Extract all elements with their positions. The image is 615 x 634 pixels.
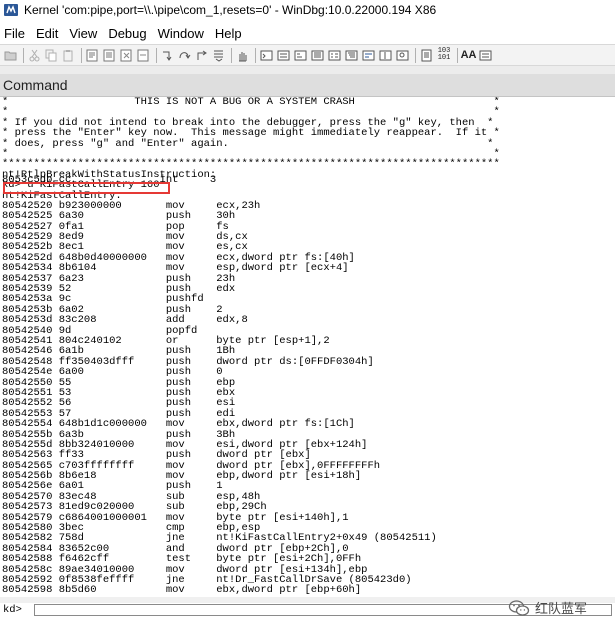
toolbar: 103 101 AA [0,44,615,66]
output-line: 8054254e 6a00 push 0 [2,366,223,379]
processes-window-icon[interactable] [395,48,410,63]
stop-debugging-icon[interactable] [119,48,134,63]
menu-bar: File Edit View Debug Window Help [0,22,615,44]
step-into-icon[interactable] [160,48,175,63]
watermark-text: 红队蓝军 [534,601,587,616]
hand-icon[interactable] [235,48,250,63]
memory-window-icon[interactable] [327,48,342,63]
source-mode-icon[interactable] [419,48,434,63]
command-prompt: kd> [3,604,22,616]
copy-icon[interactable] [44,48,59,63]
restart-icon[interactable] [102,48,117,63]
menu-edit[interactable]: Edit [32,26,65,41]
step-over-icon[interactable] [177,48,192,63]
status-area [0,617,615,634]
scratch-pad-icon[interactable] [378,48,393,63]
paste-icon[interactable] [61,48,76,63]
toolbar-separator [457,47,458,63]
wechat-icon [508,599,530,616]
window-title: Kernel 'com:pipe,port=\\.\pipe\com_1,res… [24,3,437,17]
open-file-icon[interactable] [3,48,18,63]
command-output[interactable]: * THIS IS NOT A BUG OR A SYSTEM CRASH * *… [2,97,613,597]
menu-window[interactable]: Window [154,26,211,41]
run-to-cursor-icon[interactable] [211,48,226,63]
options-icon[interactable] [478,48,493,63]
menu-debug[interactable]: Debug [104,26,153,41]
dock-area [0,66,615,74]
output-lines: * THIS IS NOT A BUG OR A SYSTEM CRASH * *… [2,97,613,596]
toolbar-separator [156,47,157,63]
break-icon[interactable] [136,48,151,63]
toolbar-separator [231,47,232,63]
output-line: 80542598 8b5d60 mov ebx,dword ptr [ebp+6… [2,584,362,597]
font-icon[interactable]: AA [461,48,477,63]
toolbar-separator [255,47,256,63]
toolbar-separator [23,47,24,63]
output-line: * press the "Enter" key now. This messag… [2,127,500,140]
menu-file[interactable]: File [0,26,32,41]
title-bar: Kernel 'com:pipe,port=\\.\pipe\com_1,res… [0,0,615,20]
menu-view[interactable]: View [65,26,104,41]
watermark: 红队蓝军 [508,598,587,617]
toolbar-separator [415,47,416,63]
step-out-icon[interactable] [194,48,209,63]
windbg-app-icon [4,4,18,16]
output-line: 80542554 648b1d1c000000 mov ebx,dword pt… [2,418,355,431]
registers-window-icon[interactable] [310,48,325,63]
command-window-icon[interactable] [259,48,274,63]
menu-help[interactable]: Help [211,26,249,41]
cut-icon[interactable] [27,48,42,63]
command-window-header: Command [0,74,615,97]
go-icon[interactable] [85,48,100,63]
highlight-box [3,182,170,194]
hex-display-icon[interactable]: 103 101 [436,48,452,63]
toolbar-separator [81,47,82,63]
call-stack-window-icon[interactable] [344,48,359,63]
watch-window-icon[interactable] [276,48,291,63]
command-window-title: Command [3,77,68,93]
locals-window-icon[interactable] [293,48,308,63]
disassembly-window-icon[interactable] [361,48,376,63]
